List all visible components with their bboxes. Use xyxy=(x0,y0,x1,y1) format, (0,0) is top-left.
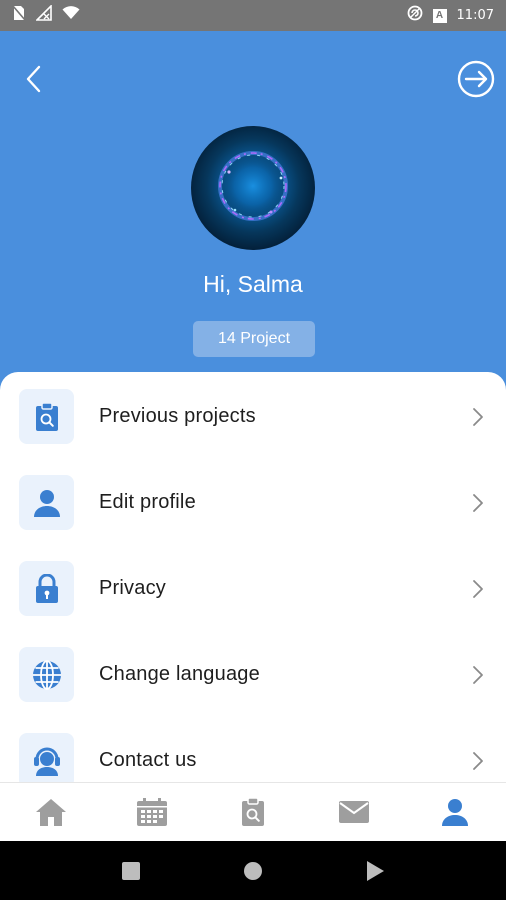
menu-card: Previous projects Edit profile Privacy C… xyxy=(0,372,506,782)
tab-profile[interactable] xyxy=(425,787,485,837)
status-left-icons xyxy=(12,4,80,26)
home-button[interactable] xyxy=(233,851,273,891)
back-triangle-icon xyxy=(367,860,384,881)
status-bar: A 11:07 xyxy=(0,0,506,31)
signal-off-icon xyxy=(35,4,52,26)
menu-item-contact-us[interactable]: Contact us xyxy=(0,716,506,782)
mail-icon xyxy=(339,801,370,823)
avatar[interactable] xyxy=(191,126,315,250)
profile-header: Hi, Salma 14 Project xyxy=(0,31,506,401)
lock-icon xyxy=(35,573,58,603)
sync-icon xyxy=(407,5,423,26)
back-button[interactable] xyxy=(18,63,48,95)
status-right-icons: A 11:07 xyxy=(407,5,494,26)
menu-item-previous-projects[interactable]: Previous projects xyxy=(0,372,506,458)
menu-item-label: Privacy xyxy=(99,577,166,599)
system-nav-bar xyxy=(0,841,506,900)
logout-icon xyxy=(457,60,495,98)
person-icon xyxy=(442,799,469,826)
wifi-icon xyxy=(62,6,80,25)
clipboard-search-icon xyxy=(35,401,58,431)
chevron-right-icon xyxy=(473,752,483,770)
menu-item-label: Contact us xyxy=(99,749,197,771)
tab-calendar[interactable] xyxy=(122,787,182,837)
project-count-badge[interactable]: 14 Project xyxy=(193,321,315,357)
menu-item-change-language[interactable]: Change language xyxy=(0,630,506,716)
menu-icon-box xyxy=(19,561,74,616)
chevron-left-icon xyxy=(26,65,41,93)
system-back-button[interactable] xyxy=(355,851,395,891)
profile-screen: A 11:07 Hi, Salma 14 Project Previous pr… xyxy=(0,0,506,900)
chevron-right-icon xyxy=(473,580,483,598)
chevron-right-icon xyxy=(473,408,483,426)
tab-home[interactable] xyxy=(21,787,81,837)
tab-projects[interactable] xyxy=(223,787,283,837)
chevron-right-icon xyxy=(473,494,483,512)
headset-icon xyxy=(33,747,60,776)
glowing-ring-image xyxy=(218,151,288,221)
menu-item-label: Previous projects xyxy=(99,405,256,427)
recents-button[interactable] xyxy=(111,851,151,891)
globe-icon xyxy=(32,659,61,690)
no-sim-icon xyxy=(12,5,26,26)
bottom-nav xyxy=(0,782,506,841)
home-icon xyxy=(35,799,66,826)
logout-button[interactable] xyxy=(456,59,496,99)
menu-item-privacy[interactable]: Privacy xyxy=(0,544,506,630)
menu-item-label: Change language xyxy=(99,663,260,685)
greeting-text: Hi, Salma xyxy=(203,271,303,297)
chevron-right-icon xyxy=(473,666,483,684)
menu-icon-box xyxy=(19,647,74,702)
clipboard-search-icon xyxy=(241,797,264,826)
recents-square-icon xyxy=(122,861,140,880)
status-time: 11:07 xyxy=(456,8,494,23)
keyboard-badge-icon: A xyxy=(432,8,447,23)
menu-item-edit-profile[interactable]: Edit profile xyxy=(0,458,506,544)
calendar-icon xyxy=(136,798,167,826)
menu-item-label: Edit profile xyxy=(99,491,196,513)
home-circle-icon xyxy=(244,861,262,880)
person-icon xyxy=(33,489,60,517)
menu-icon-box xyxy=(19,733,74,782)
menu-icon-box xyxy=(19,475,74,530)
tab-messages[interactable] xyxy=(324,787,384,837)
menu-icon-box xyxy=(19,389,74,444)
